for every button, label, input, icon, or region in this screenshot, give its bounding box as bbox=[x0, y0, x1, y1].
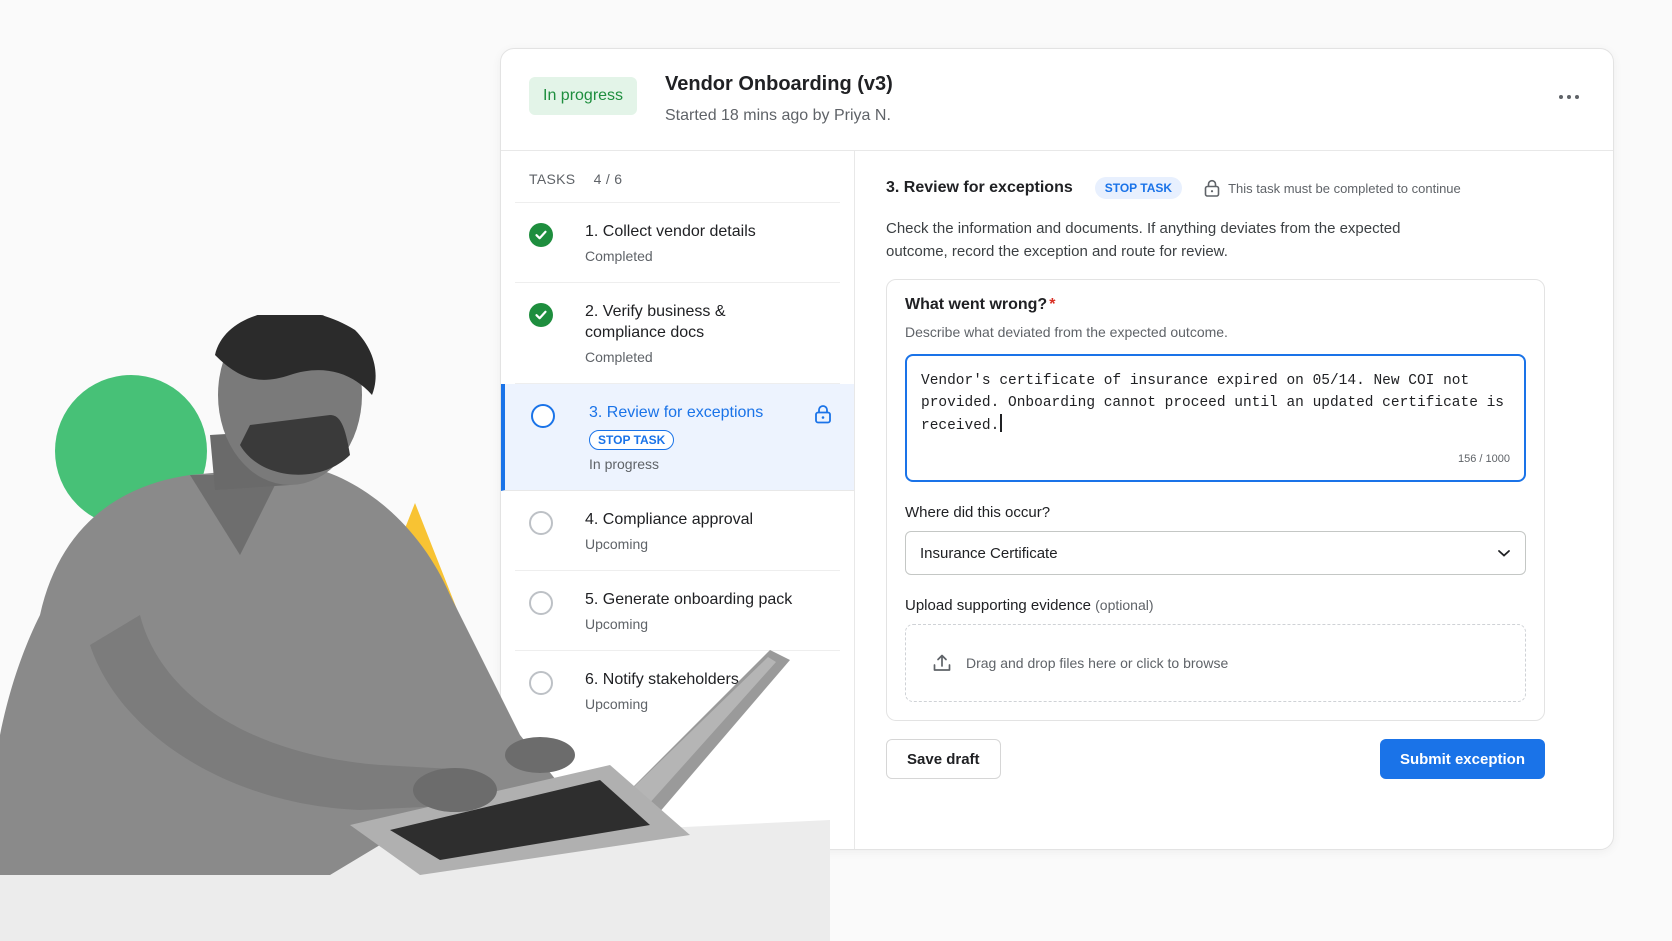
lock-icon bbox=[1204, 179, 1220, 197]
detail-title: 3. Review for exceptions bbox=[886, 179, 1073, 196]
text-caret bbox=[1000, 414, 1002, 432]
status-badge: In progress bbox=[529, 77, 638, 115]
task-item-1[interactable]: 1. Collect vendor details Completed bbox=[515, 203, 840, 283]
lock-note: This task must be completed to continue bbox=[1228, 180, 1461, 196]
location-label: Where did this occur? bbox=[905, 504, 1051, 521]
dropzone-hint: Drag and drop files here or click to bro… bbox=[966, 655, 1229, 671]
location-selected-value: Insurance Certificate bbox=[920, 544, 1058, 562]
tasks-header: TASKS 4 / 6 bbox=[515, 151, 840, 203]
upload-icon bbox=[933, 654, 951, 671]
person-with-laptop-illustration bbox=[0, 315, 830, 941]
required-marker: * bbox=[1049, 296, 1056, 313]
character-counter: 156 / 1000 bbox=[1458, 453, 1510, 465]
chevron-down-icon bbox=[1498, 550, 1510, 557]
submit-exception-button[interactable]: Submit exception bbox=[1379, 739, 1545, 779]
what-went-wrong-textarea[interactable]: Vendor's certificate of insurance expire… bbox=[905, 354, 1526, 482]
page-title: Vendor Onboarding (v3) bbox=[665, 73, 893, 95]
task-title: 1. Collect vendor details bbox=[585, 223, 756, 240]
more-horizontal-icon bbox=[1559, 95, 1563, 99]
save-draft-button[interactable]: Save draft bbox=[886, 739, 1001, 779]
detail-header: 3. Review for exceptions STOP TASK This … bbox=[886, 173, 1585, 203]
check-circle-icon bbox=[529, 223, 553, 247]
question-help-text: Describe what deviated from the expected… bbox=[905, 324, 1228, 340]
exception-form: What went wrong? * Describe what deviated… bbox=[886, 279, 1545, 721]
form-actions: Save draft Submit exception bbox=[886, 739, 1545, 779]
location-select[interactable]: Insurance Certificate bbox=[905, 531, 1526, 575]
upload-label: Upload supporting evidence (optional) bbox=[905, 597, 1154, 614]
stop-task-chip: STOP TASK bbox=[1094, 177, 1183, 199]
textarea-value: Vendor's certificate of insurance expire… bbox=[921, 373, 1504, 434]
question-label: What went wrong? * bbox=[905, 296, 1056, 313]
page-subtitle: Started 18 mins ago by Priya N. bbox=[665, 107, 891, 124]
task-detail-panel: 3. Review for exceptions STOP TASK This … bbox=[856, 151, 1613, 849]
file-dropzone[interactable]: Drag and drop files here or click to bro… bbox=[905, 624, 1526, 702]
tasks-heading: TASKS bbox=[529, 171, 576, 187]
detail-description: Check the information and documents. If … bbox=[886, 220, 1401, 260]
tasks-count: 4 / 6 bbox=[593, 171, 623, 187]
task-status: Completed bbox=[585, 248, 653, 264]
optional-tag: (optional) bbox=[1095, 597, 1154, 613]
more-options-button[interactable] bbox=[1553, 83, 1585, 111]
card-header: In progress Vendor Onboarding (v3) Start… bbox=[501, 49, 1613, 151]
